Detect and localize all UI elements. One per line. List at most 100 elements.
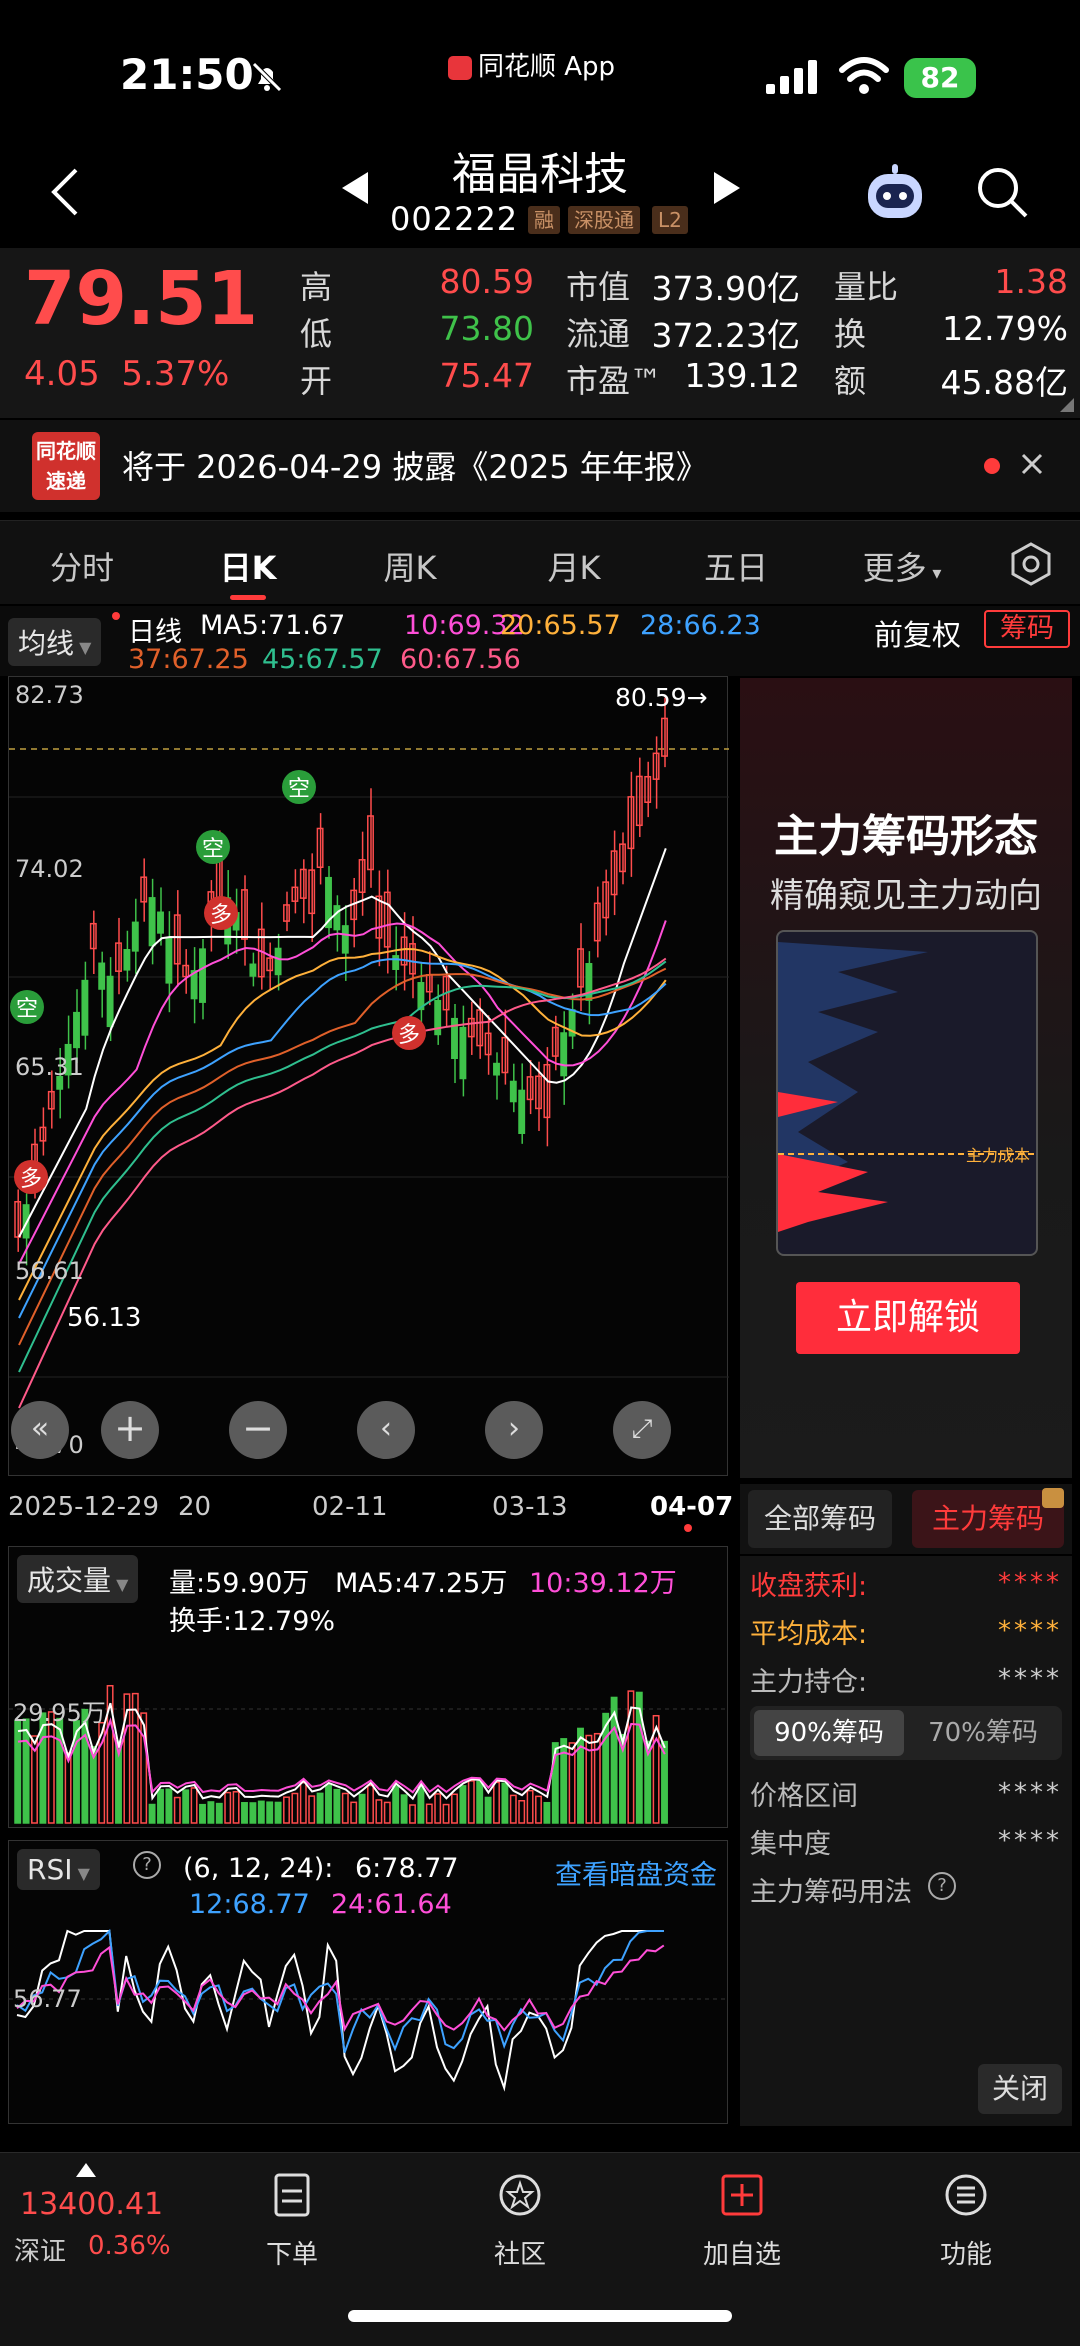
news-text[interactable]: 将于 2026-04-29 披露《2025 年年报》: [122, 442, 708, 488]
candle-body: [81, 979, 89, 1036]
zoom-out-button[interactable]: −: [229, 1401, 287, 1459]
help-icon[interactable]: ?: [928, 1872, 956, 1900]
tab-intraday[interactable]: 分时: [40, 543, 124, 589]
next-stock-icon[interactable]: [712, 170, 742, 206]
lock-icon: [1042, 1488, 1064, 1508]
value-volratio: 1.38: [994, 262, 1068, 301]
date-axis: 2025-12-29 20 02-11 03-13 04-07: [0, 1484, 740, 1534]
current-price: 79.51: [24, 256, 259, 342]
news-bar[interactable]: 同花顺 速递 将于 2026-04-29 披露《2025 年年报》: [0, 420, 1080, 512]
tab-all-chips[interactable]: 全部筹码: [748, 1490, 892, 1548]
stock-code: 002222: [390, 200, 519, 238]
tab-monthly[interactable]: 月K: [530, 543, 618, 589]
rsi-selector-label: RSI: [27, 1853, 73, 1886]
close-icon[interactable]: [1020, 452, 1044, 476]
volume-bar: [224, 1791, 232, 1824]
dropdown-arrow-icon: ▾: [926, 563, 942, 584]
volume-bar: [543, 1801, 551, 1824]
profit-label: 收盘获利:: [750, 1571, 868, 1602]
chip-toggle-button[interactable]: 筹码: [984, 610, 1070, 648]
ma60-value: 60:67.56: [400, 644, 521, 675]
kline-chart[interactable]: 空空空多多多 82.73 74.02 65.31 56.61 47.70 80.…: [8, 676, 729, 1476]
toggle-90[interactable]: 90%筹码: [754, 1710, 904, 1756]
robot-assistant-icon[interactable]: [862, 162, 928, 224]
value-open: 75.47: [439, 356, 534, 395]
volume-bar: [392, 1785, 400, 1824]
dropdown-arrow-icon: ▼: [111, 1575, 129, 1594]
dark-pool-link[interactable]: 查看暗盘资金: [555, 1853, 717, 1892]
date-label-4: 03-13: [492, 1492, 568, 1522]
rsi-chart[interactable]: RSI ▼ ? (6, 12, 24): 6:78.77 查看暗盘资金 12:6…: [8, 1840, 729, 2124]
volume-bar: [442, 1803, 450, 1824]
signal-text: 多: [398, 1023, 420, 1048]
battery-indicator: 82: [904, 58, 976, 98]
volume-bar: [257, 1800, 265, 1824]
fullscreen-button[interactable]: ⤢: [613, 1401, 671, 1459]
y-label-4: 56.61: [15, 1257, 84, 1285]
volume-bar: [14, 1719, 22, 1824]
scroll-left-button[interactable]: ‹: [357, 1401, 415, 1459]
rsi24-value: 24:61.64: [331, 1889, 452, 1920]
candle-body: [73, 1011, 80, 1049]
profit-value: ****: [998, 1568, 1062, 1598]
collapse-left-button[interactable]: «: [11, 1401, 69, 1459]
rsi-help-icon[interactable]: ?: [133, 1851, 161, 1879]
tab-weekly[interactable]: 周K: [366, 543, 454, 589]
chip-info-list: 收盘获利: **** 平均成本: **** 主力持仓: **** 90%筹码 7…: [740, 1556, 1072, 2126]
volume-bar: [509, 1794, 517, 1824]
volume-bar: [291, 1792, 299, 1824]
volume-y-label: 29.95万: [13, 1699, 106, 1727]
ma-selector[interactable]: 均线 ▼: [8, 618, 102, 666]
volume-bar: [560, 1738, 568, 1824]
settings-hex-icon[interactable]: [1008, 541, 1054, 587]
label-low: 低: [300, 315, 333, 353]
volume-bar: [535, 1795, 542, 1824]
chip-preview-image: 主力成本: [776, 930, 1038, 1256]
usage-label[interactable]: 主力筹码用法: [750, 1870, 912, 1909]
wifi-icon: [839, 57, 889, 94]
tab-fiveday[interactable]: 五日: [692, 543, 780, 589]
volume-bar: [165, 1788, 173, 1824]
candle-body: [249, 963, 257, 977]
nav-order[interactable]: 下单: [212, 2173, 372, 2271]
nav-add-watchlist[interactable]: 加自选: [662, 2173, 822, 2271]
news-logo-bottom: 速递: [46, 469, 86, 493]
volume-selector[interactable]: 成交量 ▼: [17, 1555, 139, 1603]
rsi-selector[interactable]: RSI ▼: [17, 1849, 100, 1890]
avgcost-value: ****: [998, 1616, 1062, 1646]
volume-bar: [325, 1784, 332, 1824]
candle-body: [131, 921, 139, 952]
app-logo-icon: [448, 55, 472, 80]
value-pe: 139.12: [684, 356, 800, 395]
zoom-in-button[interactable]: +: [101, 1401, 159, 1459]
avgcost-label: 平均成本:: [750, 1619, 868, 1650]
unlock-button[interactable]: 立即解锁: [796, 1282, 1020, 1354]
toggle-70[interactable]: 70%筹码: [908, 1710, 1058, 1756]
kline-svg: 空空空多多多: [9, 697, 729, 1409]
adjust-mode[interactable]: 前复权: [874, 612, 961, 654]
candle-body: [148, 897, 156, 947]
conc-label: 集中度: [750, 1829, 831, 1860]
volume-bar: [148, 1803, 156, 1824]
close-button[interactable]: 关闭: [978, 2064, 1062, 2114]
tag-margin: 融: [528, 206, 560, 234]
candle-body: [106, 975, 114, 1028]
value-float: 372.23亿: [651, 316, 800, 355]
promo-title: 主力筹码形态: [774, 811, 1038, 862]
volume-bar: [417, 1786, 425, 1824]
promo-subtitle: 精确窥见主力动向: [770, 876, 1042, 916]
nav-functions[interactable]: 功能: [886, 2173, 1046, 2271]
volume-bar: [484, 1796, 492, 1824]
scroll-right-button[interactable]: ›: [485, 1401, 543, 1459]
expand-corner-icon[interactable]: [1060, 398, 1074, 412]
candle-body: [98, 962, 106, 990]
tab-more[interactable]: 更多 ▾: [852, 543, 952, 589]
nav-community-label: 社区: [493, 2240, 546, 2270]
index-value[interactable]: 13400.41: [20, 2187, 163, 2222]
range-label: 价格区间: [750, 1781, 858, 1812]
search-icon[interactable]: [974, 164, 1030, 220]
tab-daily[interactable]: 日K: [204, 543, 292, 589]
nav-order-label: 下单: [265, 2240, 318, 2270]
volume-chart[interactable]: 成交量 ▼ 量:59.90万 MA5:47.25万 10:39.12万 换手:1…: [8, 1546, 729, 1828]
nav-community[interactable]: 社区: [440, 2173, 600, 2271]
